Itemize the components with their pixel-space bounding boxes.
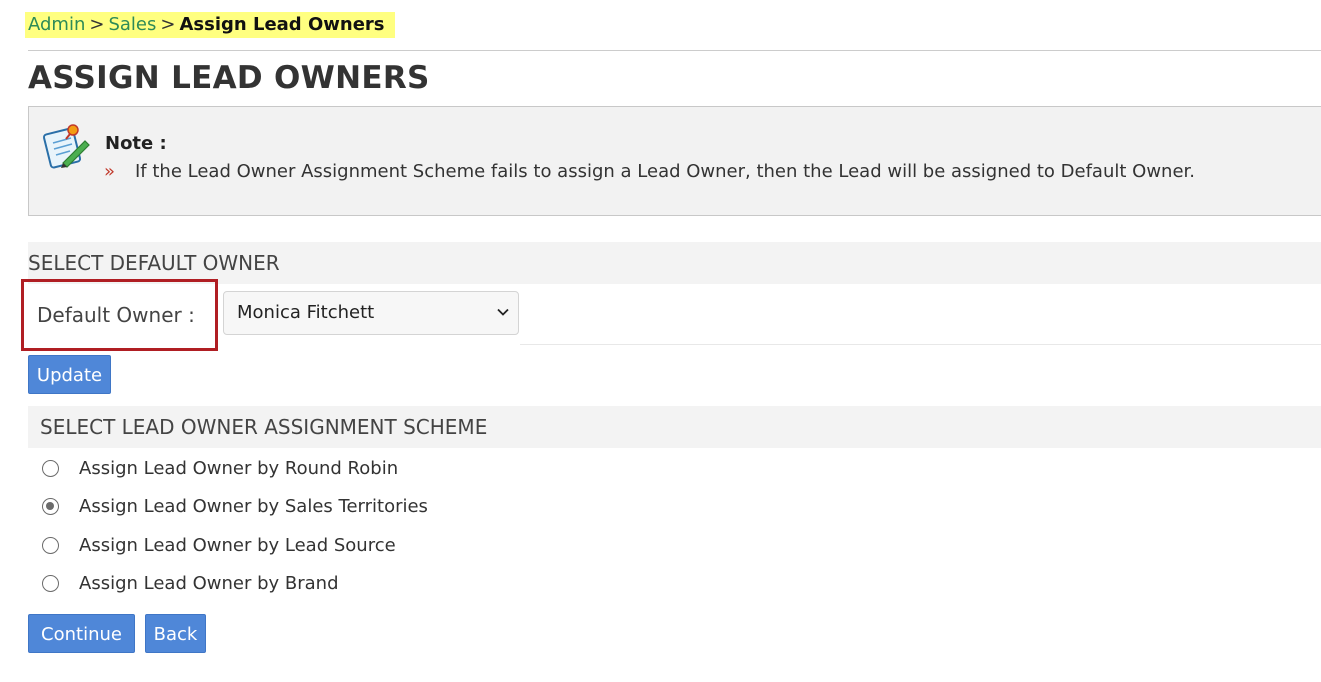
radio-label: Assign Lead Owner by Round Robin	[79, 458, 399, 479]
page-title: ASSIGN LEAD OWNERS	[28, 60, 430, 96]
update-button[interactable]: Update	[28, 355, 111, 394]
section-header-assignment-scheme-label: SELECT LEAD OWNER ASSIGNMENT SCHEME	[40, 415, 488, 439]
radio-button[interactable]	[42, 460, 59, 477]
section-header-default-owner: SELECT DEFAULT OWNER	[28, 242, 1321, 284]
radio-label: Assign Lead Owner by Sales Territories	[79, 496, 428, 517]
radio-label: Assign Lead Owner by Lead Source	[79, 535, 396, 556]
default-owner-select-value: Monica Fitchett	[237, 302, 375, 323]
note-title: Note :	[105, 133, 167, 154]
back-button[interactable]: Back	[145, 614, 206, 653]
radio-label: Assign Lead Owner by Brand	[79, 573, 339, 594]
breadcrumb-separator: >	[89, 14, 105, 35]
breadcrumb-current: Assign Lead Owners	[179, 14, 385, 35]
radio-button[interactable]	[42, 575, 59, 592]
note-text: If the Lead Owner Assignment Scheme fail…	[135, 161, 1195, 182]
default-owner-label: Default Owner :	[21, 279, 218, 351]
notepad-pushpin-icon	[42, 124, 90, 169]
row-divider	[520, 344, 1321, 345]
radio-button[interactable]	[42, 537, 59, 554]
default-owner-select[interactable]: Monica Fitchett	[223, 291, 519, 335]
section-header-assignment-scheme: SELECT LEAD OWNER ASSIGNMENT SCHEME	[28, 406, 1321, 448]
chevron-down-icon	[497, 308, 509, 316]
breadcrumb-separator: >	[160, 14, 176, 35]
breadcrumb-link-sales[interactable]: Sales	[108, 14, 156, 35]
radio-button-selected[interactable]	[42, 498, 59, 515]
continue-button[interactable]: Continue	[28, 614, 135, 653]
note-bullet-icon: »	[104, 161, 116, 182]
breadcrumb-link-admin[interactable]: Admin	[28, 14, 85, 35]
breadcrumb: Admin > Sales > Assign Lead Owners	[25, 12, 395, 38]
note-box: Note : » If the Lead Owner Assignment Sc…	[28, 106, 1321, 216]
header-divider	[28, 50, 1321, 51]
